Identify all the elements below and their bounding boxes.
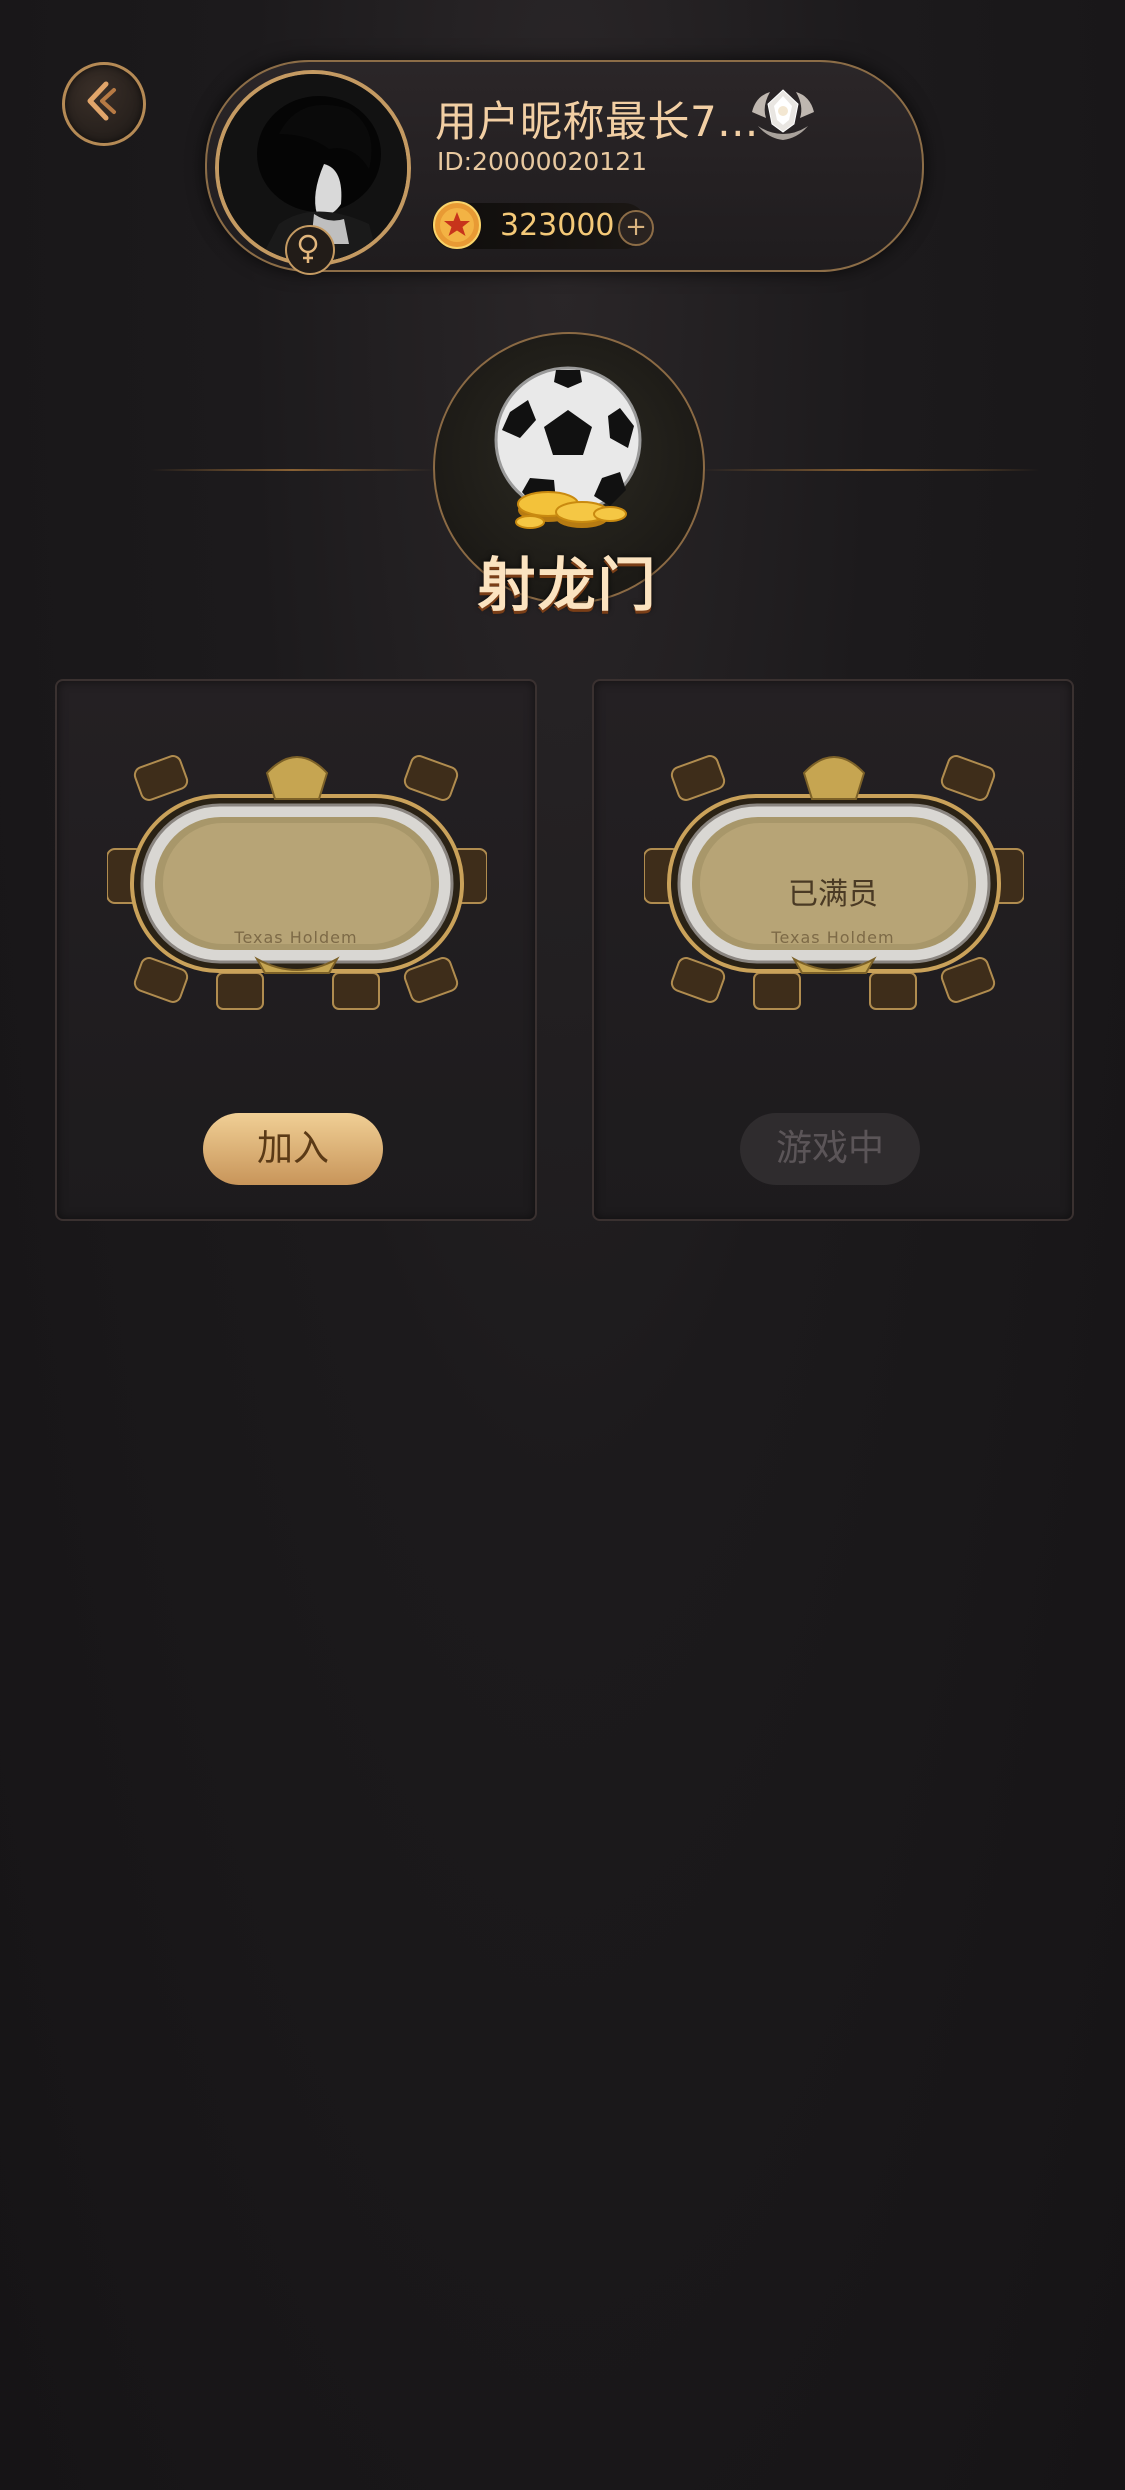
diamond-rank-badge-icon <box>752 89 814 140</box>
join-button[interactable]: 加入 <box>203 1113 383 1185</box>
game-title: 射龙门 <box>477 551 658 619</box>
user-nickname: 用户昵称最长7... <box>435 97 759 146</box>
poker-table-icon <box>107 755 487 1010</box>
coin-amount: 323000 <box>500 208 615 243</box>
female-icon <box>298 234 318 263</box>
divider-left <box>150 469 435 471</box>
room-card[interactable]: Texas Holdem 加入 <box>55 679 537 1221</box>
divider-right <box>700 469 1040 471</box>
chevron-left-icon <box>87 81 116 121</box>
table-status: 已满员 <box>788 877 878 912</box>
table-brand: Texas Holdem <box>234 928 358 947</box>
back-button[interactable] <box>62 62 146 146</box>
in-game-button: 游戏中 <box>740 1113 920 1185</box>
user-id: ID:20000020121 <box>437 147 648 176</box>
add-coins-button[interactable]: + <box>618 210 654 246</box>
coin-star-icon <box>433 201 481 249</box>
table-brand: Texas Holdem <box>771 928 895 947</box>
gender-badge <box>285 225 335 275</box>
room-card[interactable]: 已满员 Texas Holdem 游戏中 <box>592 679 1074 1221</box>
plus-icon: + <box>625 212 647 242</box>
soccer-ball-with-coins-icon <box>494 366 642 529</box>
